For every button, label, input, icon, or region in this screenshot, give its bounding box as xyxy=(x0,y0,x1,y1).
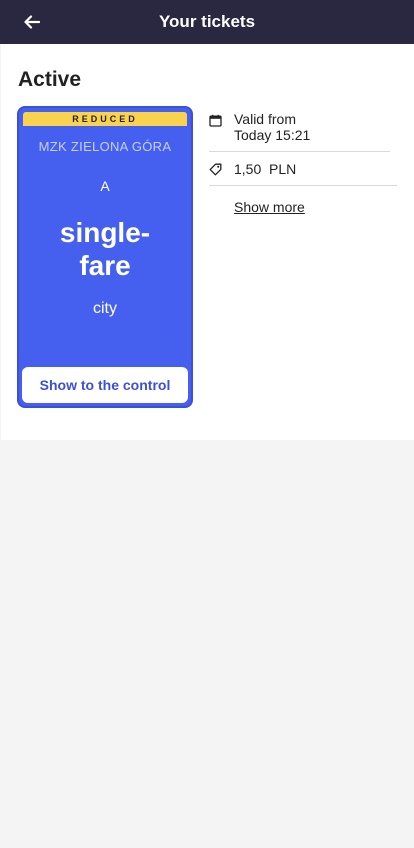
calendar-icon xyxy=(209,114,222,127)
ticket-area: city xyxy=(93,300,117,317)
page-title: Your tickets xyxy=(158,12,256,31)
ticket-zone: A xyxy=(100,178,110,194)
ticket-card[interactable]: REDUCED MZK ZIELONA GÓRA A single- fare … xyxy=(17,106,193,408)
valid-from-row: Valid from Today 15:21 xyxy=(209,110,390,152)
valid-from-label: Valid from xyxy=(234,111,296,127)
section-title-active: Active xyxy=(18,68,82,91)
ticket-type-line2: fare xyxy=(79,250,131,281)
tag-icon xyxy=(209,163,222,176)
price-value: 1,50 PLN xyxy=(234,161,297,177)
show-to-control-button[interactable]: Show to the control xyxy=(22,367,188,403)
price-row: 1,50 PLN xyxy=(209,161,397,186)
ticket-operator: MZK ZIELONA GÓRA xyxy=(38,139,172,154)
ticket-reduced-badge: REDUCED xyxy=(23,112,187,126)
ticket-type: single- fare xyxy=(19,216,191,282)
ticket-type-line1: single- xyxy=(59,217,151,248)
tickets-content: Active REDUCED MZK ZIELONA GÓRA A single… xyxy=(1,44,414,440)
top-app-bar: Your tickets xyxy=(0,0,414,44)
show-more-link[interactable]: Show more xyxy=(234,199,305,215)
valid-from-value: Today 15:21 xyxy=(234,127,311,143)
ticket-details: Valid from Today 15:21 1,50 PLN Show mor… xyxy=(209,110,397,217)
